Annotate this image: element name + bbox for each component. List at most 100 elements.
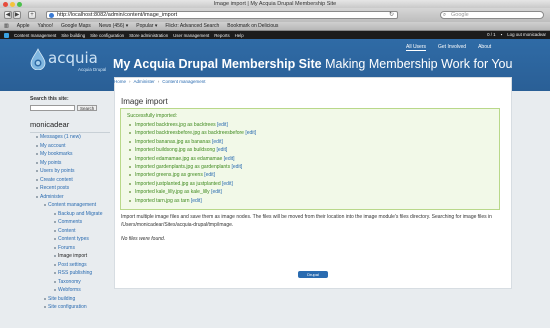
imported-file-item: Imported buildsong.jpg as buildsong [edi… (129, 146, 256, 154)
status-messages: Successfully imported: Imported backtree… (120, 108, 500, 210)
drupal-icon[interactable] (4, 32, 9, 38)
page-title: Image import (121, 97, 168, 106)
window-title: Image import | My Acquia Drupal Membersh… (213, 1, 337, 7)
breadcrumb-administer[interactable]: Administer (134, 79, 155, 84)
edit-link[interactable]: [edit] (217, 122, 228, 128)
imported-file-item: Imported kale_lilly.jpg as kale_lilly [e… (129, 188, 256, 196)
edit-link[interactable]: [edit] (224, 156, 235, 162)
sidebar-item-my-points[interactable]: My points (30, 159, 110, 168)
site-search-button[interactable]: Search (77, 105, 98, 111)
edit-link[interactable]: [edit] (231, 164, 242, 170)
breadcrumb-separator: › (157, 79, 160, 84)
sidebar-item-backup-and-migrate[interactable]: Backup and Migrate (30, 210, 110, 219)
imported-file-text: Imported tarn.jpg as tarn (135, 197, 190, 204)
admin-menu-site-building[interactable]: Site building (61, 33, 85, 38)
bookmark-delicious[interactable]: Bookmark on Delicious (227, 23, 278, 29)
bookmark-news[interactable]: News (456) ▾ (99, 23, 128, 29)
forward-button[interactable]: ▶ (13, 11, 21, 19)
minimize-window-button[interactable] (10, 1, 15, 7)
imported-file-item: Imported bananas.jpg as bananas [edit] (129, 138, 256, 146)
admin-menu-store-administration[interactable]: Store administration (129, 33, 168, 38)
admin-menu-content-management[interactable]: Content management (14, 33, 56, 38)
imported-files-list: Imported backtrees.jpg as backtrees [edi… (129, 121, 256, 205)
edit-link[interactable]: [edit] (222, 181, 233, 187)
close-window-button[interactable] (3, 1, 8, 7)
edit-link[interactable]: [edit] (191, 198, 202, 204)
breadcrumb-content-management[interactable]: Content management (162, 79, 205, 84)
site-slogan: Making Membership Work for You (325, 57, 513, 71)
sidebar-item-recent-posts[interactable]: Recent posts (30, 184, 110, 193)
search-field[interactable]: ⌕ Google (440, 11, 544, 19)
primary-link-get-involved[interactable]: Get Involved (438, 44, 466, 51)
no-files-message: No files were found. (121, 236, 166, 242)
primary-links: All Users Get Involved About (406, 44, 491, 51)
user-icon: ▪ (500, 32, 503, 37)
sidebar-item-content-types[interactable]: Content types (30, 235, 110, 244)
site-search-input[interactable] (30, 105, 75, 111)
bookmarks-bar: ▥ Apple Yahoo! Google Maps News (456) ▾ … (0, 22, 550, 31)
imported-file-text: Imported bananas.jpg as bananas (135, 138, 211, 145)
sidebar-item-messages-1-new[interactable]: Messages (1 new) (30, 133, 110, 142)
search-icon: ⌕ (443, 12, 447, 18)
sidebar-item-create-content[interactable]: Create content (30, 176, 110, 185)
imported-file-text: Imported gardenplants.jpg as gardenplant… (135, 164, 231, 171)
breadcrumb: Home › Administer › Content management (114, 79, 206, 84)
sidebar-item-post-settings[interactable]: Post settings (30, 261, 110, 270)
admin-menu-user-management[interactable]: User management (173, 33, 209, 38)
site-title[interactable]: My Acquia Drupal Membership Site Making … (113, 57, 512, 71)
zoom-window-button[interactable] (17, 1, 22, 7)
sidebar-item-users-by-points[interactable]: Users by points (30, 167, 110, 176)
imported-file-text: Imported buildsong.jpg as buildsong (135, 147, 216, 154)
admin-menu-site-configuration[interactable]: Site configuration (90, 33, 124, 38)
sidebar-item-content[interactable]: Content (30, 227, 110, 236)
logo-text[interactable]: acquia (48, 49, 98, 67)
edit-link[interactable]: [edit] (211, 189, 222, 195)
refresh-icon[interactable]: ↻ (389, 12, 394, 19)
bookmark-apple[interactable]: Apple (17, 23, 30, 29)
add-bookmark-button[interactable]: + (28, 11, 36, 19)
powered-by-drupal-badge[interactable]: Drupal (298, 271, 328, 278)
admin-menu-help[interactable]: Help (235, 33, 244, 38)
messages-heading: Successfully imported: (127, 113, 178, 119)
sidebar-item-site-configuration[interactable]: Site configuration (30, 303, 110, 312)
imported-file-item: Imported gardenplants.jpg as gardenplant… (129, 163, 256, 171)
back-button[interactable]: ◀ (4, 11, 12, 19)
address-bar[interactable]: http://localhost:8082/admin/content/imag… (46, 11, 398, 19)
sidebar-item-administer[interactable]: Administer (30, 193, 110, 202)
back-arrow-icon: ◀ (5, 12, 11, 18)
bookmark-flickr[interactable]: Flickr: Advanced Search (165, 23, 219, 29)
admin-menu-reports[interactable]: Reports (214, 33, 229, 38)
edit-link[interactable]: [edit] (245, 130, 256, 136)
imported-file-text: Imported kale_lilly.jpg as kale_lilly (135, 189, 210, 196)
import-description: Import multiple image files and save the… (121, 214, 492, 228)
bookmark-icon[interactable]: ▥ (4, 23, 9, 29)
search-placeholder: Google (451, 12, 469, 18)
sidebar-item-webforms[interactable]: Webforms (30, 286, 110, 295)
sidebar-item-rss-publishing[interactable]: RSS publishing (30, 269, 110, 278)
sidebar-item-my-account[interactable]: My account (30, 142, 110, 151)
imported-file-item: Imported edamamae.jpg as edamamae [edit] (129, 155, 256, 163)
user-block-title: monicadear (30, 120, 70, 129)
primary-link-about[interactable]: About (478, 44, 491, 51)
forward-arrow-icon: ▶ (14, 12, 20, 18)
sidebar-item-my-bookmarks[interactable]: My bookmarks (30, 150, 110, 159)
bookmark-popular[interactable]: Popular ▾ (136, 23, 157, 29)
breadcrumb-home[interactable]: Home (114, 79, 126, 84)
bookmark-yahoo[interactable]: Yahoo! (38, 23, 53, 29)
site-name[interactable]: My Acquia Drupal Membership Site (113, 57, 322, 71)
sidebar-item-image-import[interactable]: Image import (30, 252, 110, 261)
sidebar-item-forums[interactable]: Forums (30, 244, 110, 253)
edit-link[interactable]: [edit] (204, 172, 215, 178)
window-titlebar: Image import | My Acquia Drupal Membersh… (0, 0, 550, 8)
sidebar-item-content-management[interactable]: Content management (30, 201, 110, 210)
imported-file-text: Imported backtrees.jpg as backtrees (135, 122, 216, 128)
sidebar-item-site-building[interactable]: Site building (30, 295, 110, 304)
sidebar-item-taxonomy[interactable]: Taxonomy (30, 278, 110, 287)
sidebar-item-comments[interactable]: Comments (30, 218, 110, 227)
edit-link[interactable]: [edit] (212, 139, 223, 145)
acquia-drop-logo-icon[interactable] (30, 48, 46, 70)
bookmark-google-maps[interactable]: Google Maps (61, 23, 91, 29)
logout-link[interactable]: Log out monicadear (507, 31, 546, 39)
primary-link-all-users[interactable]: All Users (406, 44, 427, 51)
edit-link[interactable]: [edit] (216, 147, 227, 153)
